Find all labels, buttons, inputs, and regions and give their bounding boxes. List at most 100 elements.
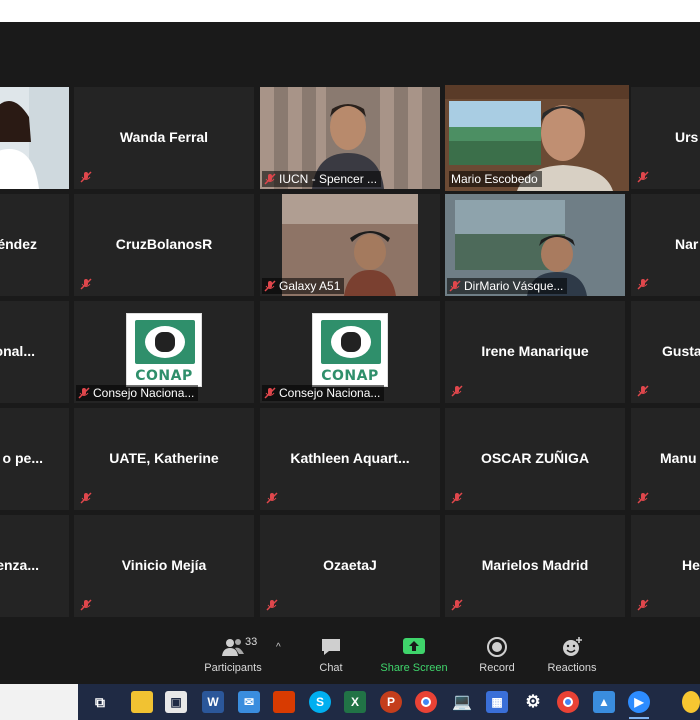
word-icon[interactable]: W [202, 691, 224, 713]
share-screen-icon [403, 638, 425, 654]
skype-icon[interactable]: S [309, 691, 331, 713]
participant-tile-oscar[interactable]: OSCAR ZUÑIGA [445, 408, 625, 510]
video-tile-iucn[interactable]: IUCN - Spencer ... [260, 87, 440, 189]
record-label: Record [479, 662, 515, 674]
task-view-icon[interactable]: ⧉ [89, 691, 111, 713]
reactions-icon [563, 637, 582, 656]
participant-name: IUCN - Spencer ... [279, 172, 378, 186]
participant-tile-marielos[interactable]: Marielos Madrid [445, 515, 625, 617]
participant-name: Consejo Naciona... [279, 386, 381, 400]
office-icon[interactable] [273, 691, 295, 713]
photos-icon[interactable]: ▲ [593, 691, 615, 713]
participants-icon [222, 639, 244, 656]
participants-count: 33 [245, 636, 258, 648]
participant-tile-kathleen[interactable]: Kathleen Aquart... [260, 408, 440, 510]
participant-tile-onal[interactable]: onal... [0, 301, 69, 403]
participants-button[interactable]: 33 Participants [197, 636, 269, 674]
file-explorer-icon[interactable] [131, 691, 153, 713]
participant-tile-vinicio[interactable]: Vinicio Mejía [74, 515, 254, 617]
participant-name: UATE, Katherine [109, 450, 219, 466]
record-button[interactable]: Record [461, 636, 533, 674]
participant-name: o pe... [2, 450, 43, 466]
muted-mic-icon [80, 599, 92, 611]
chrome-profile-icon[interactable] [557, 691, 579, 713]
muted-mic-icon [637, 385, 649, 397]
muted-mic-icon [264, 387, 276, 399]
chat-label: Chat [319, 662, 343, 674]
muted-mic-icon [451, 492, 463, 504]
participant-tile-pe[interactable]: o pe... [0, 408, 69, 510]
participant-name: OzaetaJ [323, 557, 377, 573]
chat-icon [322, 639, 340, 655]
mail-icon[interactable]: ✉ [238, 691, 260, 713]
participant-name: Gusta [662, 343, 700, 359]
participant-tile-wanda[interactable]: Wanda Ferral [74, 87, 254, 189]
participant-name: Marielos Madrid [481, 557, 589, 573]
zoom-active-indicator [629, 717, 649, 719]
video-tile-conap-1[interactable]: CONAP Consejo Naciona... [74, 301, 254, 403]
participant-tile-ozaetaj[interactable]: OzaetaJ [260, 515, 440, 617]
participant-tile-enza[interactable]: enza... [0, 515, 69, 617]
muted-mic-icon [451, 385, 463, 397]
participant-video [0, 87, 69, 189]
participant-tile-he[interactable]: He [631, 515, 700, 617]
laptop-icon[interactable]: 💻 [451, 691, 473, 713]
window-top-strip [0, 0, 700, 22]
participant-name: Kathleen Aquart... [290, 450, 410, 466]
meeting-toolbar: 33 Participants ^ Chat Share Screen Reco… [0, 632, 700, 684]
reactions-label: Reactions [547, 662, 597, 674]
participant-name: Vinicio Mejía [121, 557, 207, 573]
muted-mic-icon [449, 280, 461, 292]
participant-name: He [682, 557, 700, 573]
participant-tile-endez[interactable]: éndez [0, 194, 69, 296]
video-tile-woman[interactable] [0, 87, 69, 189]
participant-tile-cruzbolanos[interactable]: CruzBolanosR [74, 194, 254, 296]
zoom-icon[interactable]: ▶ [628, 691, 650, 713]
participant-name: Urs [675, 129, 699, 145]
chat-button[interactable]: Chat [295, 636, 367, 674]
muted-mic-icon [264, 173, 276, 185]
video-tile-conap-2[interactable]: CONAP Consejo Naciona... [260, 301, 440, 403]
muted-mic-icon [266, 599, 278, 611]
participant-tile-uate-katherine[interactable]: UATE, Katherine [74, 408, 254, 510]
participant-label: Consejo Naciona... [262, 385, 385, 401]
muted-mic-icon [637, 492, 649, 504]
gallery-grid: Wanda Ferral IUCN - Spencer ... Mario Es… [0, 22, 700, 632]
calendar-icon[interactable]: ▦ [486, 691, 508, 713]
participant-label: IUCN - Spencer ... [262, 171, 382, 187]
muted-mic-icon [451, 599, 463, 611]
chevron-up-icon[interactable]: ^ [276, 642, 281, 653]
participant-name: CruzBolanosR [115, 236, 213, 252]
participant-name: éndez [0, 236, 37, 252]
video-tile-dirmario[interactable]: DirMario Vásque... [445, 194, 625, 296]
muted-mic-icon [80, 171, 92, 183]
share-screen-button[interactable]: Share Screen [378, 636, 450, 674]
video-tile-mario-active-speaker[interactable]: Mario Escobedo [445, 85, 629, 191]
powerpoint-icon[interactable]: P [380, 691, 402, 713]
participant-tile-irene[interactable]: Irene Manarique [445, 301, 625, 403]
conap-logo: CONAP [126, 313, 202, 387]
participant-tile-manu[interactable]: Manu [631, 408, 700, 510]
settings-icon[interactable]: ⚙ [522, 691, 544, 713]
participant-tile-nar[interactable]: Nar [631, 194, 700, 296]
participant-tile-gusta[interactable]: Gusta [631, 301, 700, 403]
taskbar-search-box[interactable] [0, 684, 78, 720]
reactions-button[interactable]: Reactions [536, 636, 608, 674]
muted-mic-icon [80, 492, 92, 504]
muted-mic-icon [637, 171, 649, 183]
chrome-icon[interactable] [415, 691, 437, 713]
participant-name: Consejo Naciona... [93, 386, 195, 400]
muted-mic-icon [78, 387, 90, 399]
emoji-icon[interactable] [682, 691, 700, 713]
record-icon [487, 637, 507, 657]
store-icon[interactable]: ▣ [165, 691, 187, 713]
participant-name: Manu [660, 450, 697, 466]
conap-logo: CONAP [312, 313, 388, 387]
participant-name: Irene Manarique [481, 343, 589, 359]
muted-mic-icon [637, 278, 649, 290]
participant-name: Mario Escobedo [451, 172, 538, 186]
participant-tile-urs[interactable]: Urs [631, 87, 700, 189]
participant-name: OSCAR ZUÑIGA [480, 450, 590, 466]
excel-icon[interactable]: X [344, 691, 366, 713]
video-tile-galaxy[interactable]: Galaxy A51 [260, 194, 440, 296]
